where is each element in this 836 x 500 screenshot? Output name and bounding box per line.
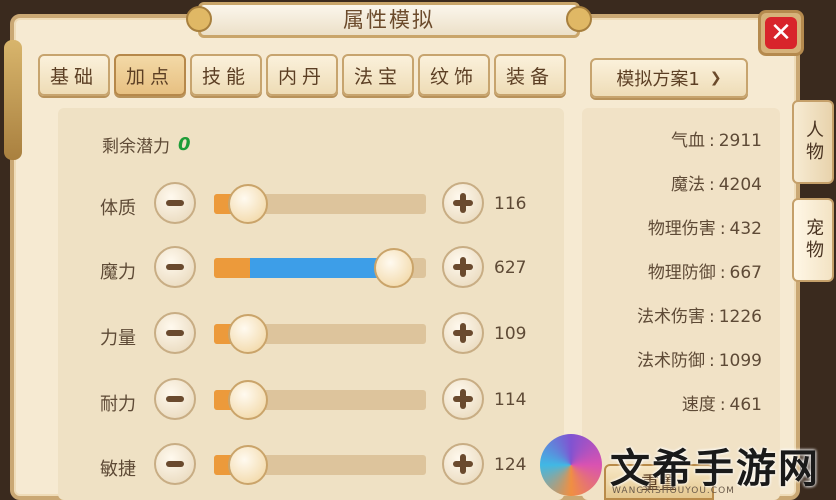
increase-button[interactable] [442, 182, 484, 224]
scheme-dropdown-value: 模拟方案1 [616, 69, 700, 90]
stat-label: 速度 [681, 395, 716, 415]
side-tab-pet[interactable]: 宠物 [792, 198, 834, 282]
stat-label: 法术防御 [637, 351, 705, 371]
attribute-slider[interactable] [214, 184, 426, 224]
stat-value: 432 [729, 219, 762, 239]
attribute-label: 敏捷 [100, 459, 136, 480]
potential-value: 0 [178, 134, 191, 155]
scheme-dropdown[interactable]: 模拟方案1 ❯ [590, 58, 748, 98]
decrease-button[interactable] [154, 182, 196, 224]
decrease-button[interactable] [154, 443, 196, 485]
stat-value: 1099 [718, 351, 762, 371]
stat-label: 魔法 [671, 175, 705, 195]
tab-treasure[interactable]: 法宝 [342, 54, 414, 96]
base-fill [214, 258, 250, 278]
window-title: 属性模拟 [198, 2, 580, 38]
tab-equipment[interactable]: 装备 [494, 54, 566, 96]
slider-knob[interactable] [228, 380, 268, 420]
plus-icon [453, 323, 473, 343]
points-panel [58, 108, 564, 500]
attribute-value: 627 [494, 258, 527, 278]
stat-physical-defense: 物理防御:667 [647, 263, 762, 283]
minus-icon [166, 330, 184, 336]
tab-add-points[interactable]: 加点 [114, 54, 186, 96]
slider-knob[interactable] [228, 184, 268, 224]
stat-label: 气血 [671, 131, 705, 151]
tab-basic[interactable]: 基础 [38, 54, 110, 96]
attribute-row: 力量 109 [100, 312, 540, 356]
stat-label: 物理伤害 [647, 219, 716, 239]
stat-value: 4204 [718, 175, 762, 195]
attribute-value: 124 [494, 455, 527, 475]
attribute-value: 114 [494, 390, 527, 410]
title-ornament-left [186, 6, 212, 32]
watermark-logo [540, 434, 602, 496]
decrease-button[interactable] [154, 378, 196, 420]
potential-label: 剩余潜力 [102, 137, 170, 157]
stat-value: 461 [729, 395, 762, 415]
stat-magic-damage: 法术伤害:1226 [637, 307, 762, 327]
stat-value: 2911 [718, 131, 762, 151]
minus-icon [166, 461, 184, 467]
slider-knob[interactable] [228, 445, 268, 485]
decrease-button[interactable] [154, 312, 196, 354]
close-button[interactable]: ✕ [758, 10, 804, 56]
stat-physical-damage: 物理伤害:432 [647, 219, 762, 239]
attribute-slider[interactable] [214, 380, 426, 420]
minus-icon [166, 200, 184, 206]
slider-knob[interactable] [374, 248, 415, 288]
tab-ornament[interactable]: 纹饰 [418, 54, 490, 96]
stat-mp: 魔法:4204 [671, 175, 762, 195]
stat-value: 1226 [718, 307, 762, 327]
attribute-row: 魔力 627 [100, 246, 540, 290]
plus-icon [453, 389, 473, 409]
increase-button[interactable] [442, 246, 484, 288]
watermark-url: WANGXISHOUYOU.COM [612, 486, 735, 496]
window-title-text: 属性模拟 [343, 8, 435, 32]
attribute-row: 敏捷 124 [100, 443, 540, 487]
side-tab-character[interactable]: 人物 [792, 100, 834, 184]
tab-inner-core[interactable]: 内丹 [266, 54, 338, 96]
minus-icon [166, 264, 184, 270]
attribute-label: 魔力 [100, 262, 136, 283]
stat-speed: 速度:461 [681, 395, 762, 415]
chevron-down-icon: ❯ [709, 70, 722, 86]
attribute-value: 109 [494, 324, 527, 344]
attribute-row: 耐力 114 [100, 378, 540, 422]
plus-icon [453, 454, 473, 474]
increase-button[interactable] [442, 312, 484, 354]
stat-magic-defense: 法术防御:1099 [637, 351, 762, 371]
decrease-button[interactable] [154, 246, 196, 288]
stat-label: 法术伤害 [637, 307, 705, 327]
slider-knob[interactable] [228, 314, 268, 354]
stat-value: 667 [729, 263, 762, 283]
plus-icon [453, 193, 473, 213]
plus-icon [453, 257, 473, 277]
attribute-row: 体质 116 [100, 182, 540, 226]
attribute-value: 116 [494, 194, 527, 214]
increase-button[interactable] [442, 443, 484, 485]
stat-hp: 气血:2911 [671, 131, 762, 151]
tab-skills[interactable]: 技能 [190, 54, 262, 96]
remaining-potential: 剩余潜力 0 [102, 132, 191, 157]
attribute-label: 耐力 [100, 394, 136, 415]
attribute-slider[interactable] [214, 248, 426, 288]
close-icon: ✕ [765, 17, 797, 49]
tassel-ornament [4, 40, 22, 160]
minus-icon [166, 396, 184, 402]
attribute-slider[interactable] [214, 445, 426, 485]
increase-button[interactable] [442, 378, 484, 420]
attribute-slider[interactable] [214, 314, 426, 354]
category-tabs: 基础 加点 技能 内丹 法宝 纹饰 装备 [38, 54, 566, 96]
title-ornament-right [566, 6, 592, 32]
stat-label: 物理防御 [647, 263, 716, 283]
attribute-label: 力量 [100, 328, 136, 349]
attribute-label: 体质 [100, 198, 136, 219]
